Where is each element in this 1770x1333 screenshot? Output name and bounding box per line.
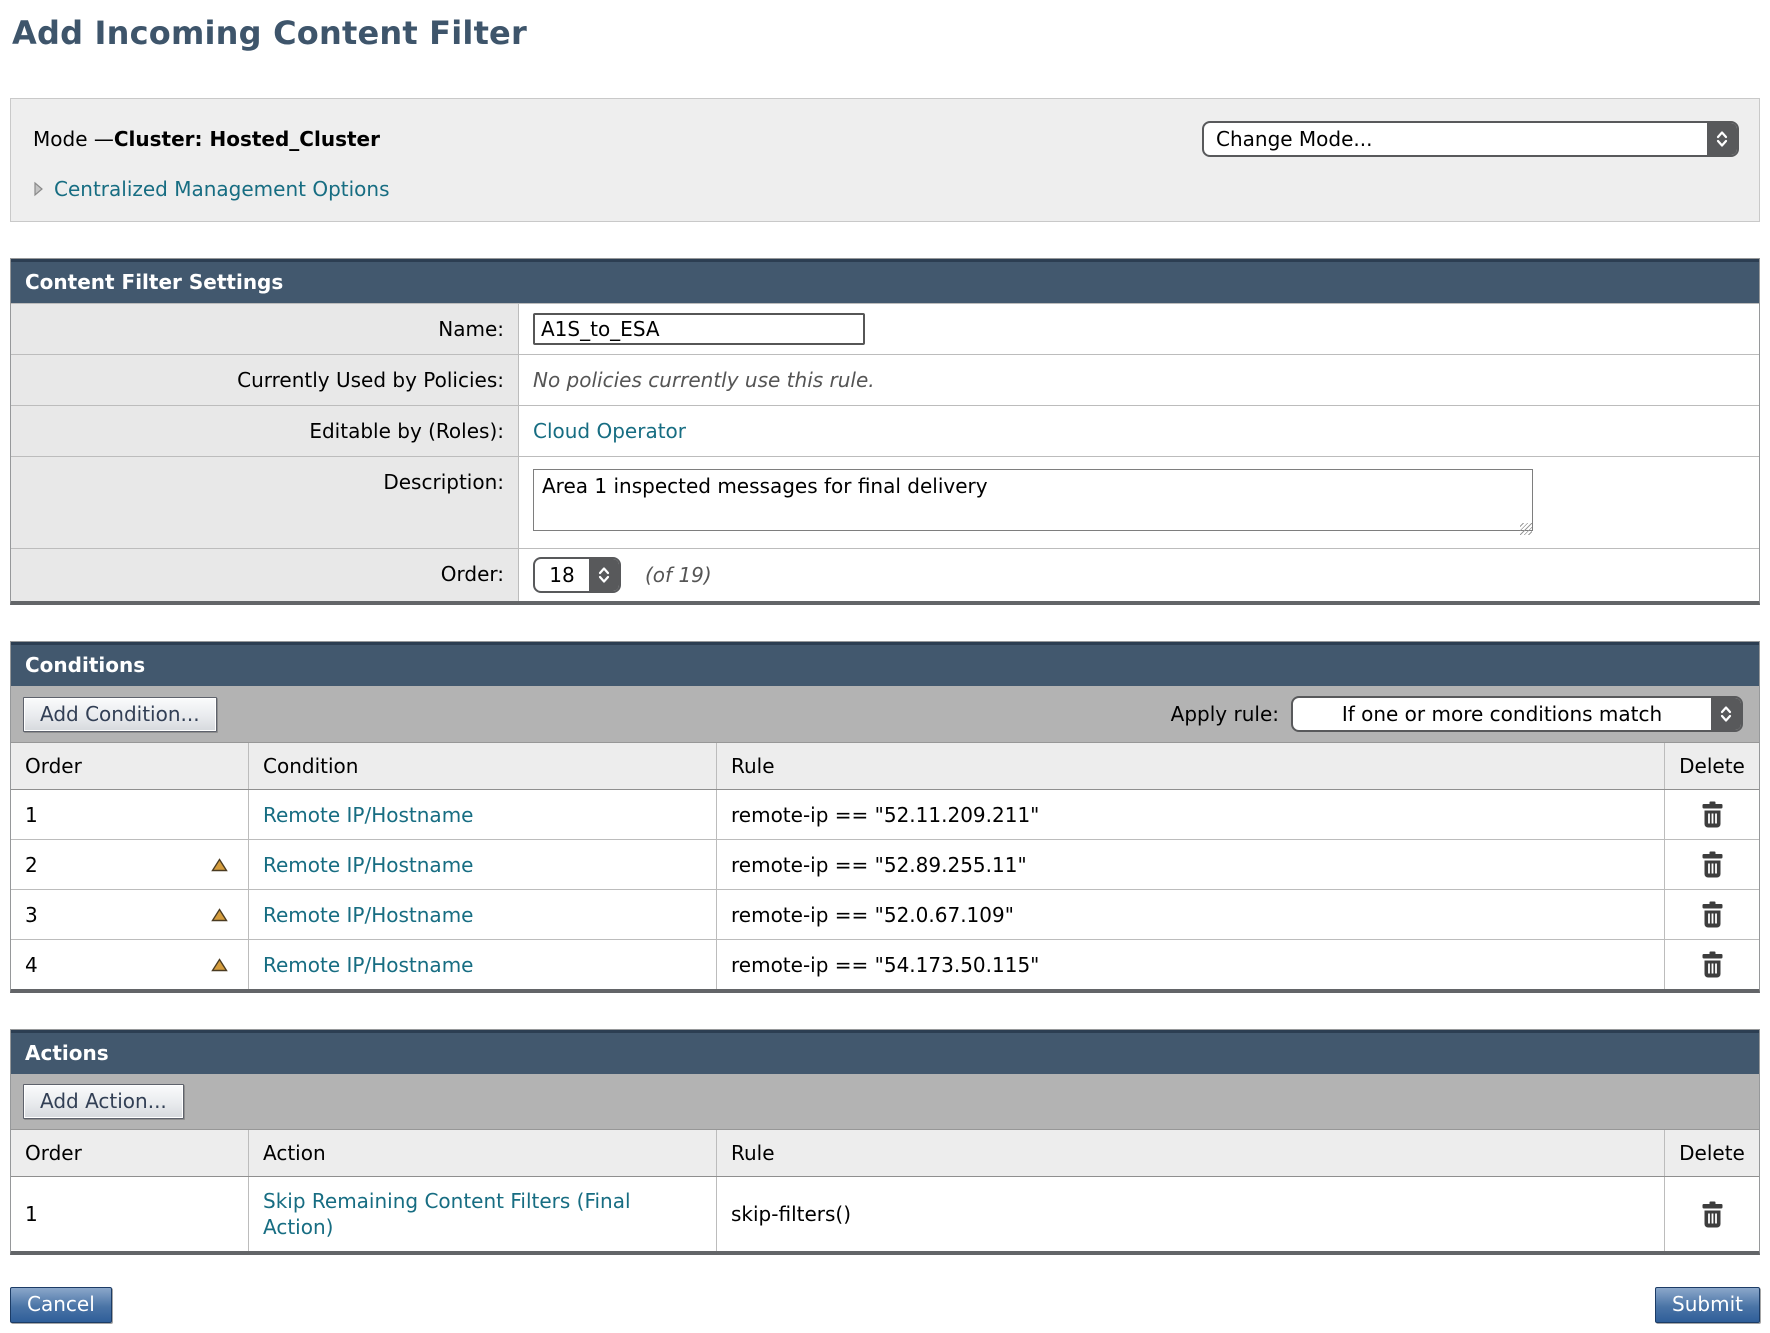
- change-mode-select-value: Change Mode...: [1204, 123, 1707, 155]
- column-header-order: Order: [11, 743, 249, 789]
- description-label: Description:: [11, 457, 519, 548]
- action-rule: skip-filters(): [717, 1177, 1665, 1251]
- column-header-delete: Delete: [1665, 1130, 1759, 1176]
- actions-table-header: Order Action Rule Delete: [11, 1130, 1759, 1177]
- actions-panel: Actions Add Action... Order Action Rule …: [10, 1029, 1760, 1255]
- condition-order: 4: [25, 953, 38, 977]
- centralized-management-options-link[interactable]: Centralized Management Options: [54, 177, 390, 201]
- roles-row: Editable by (Roles): Cloud Operator: [11, 405, 1759, 456]
- move-up-button[interactable]: [205, 908, 234, 922]
- order-of-note: (of 19): [645, 563, 712, 587]
- condition-rule: remote-ip == "54.173.50.115": [717, 940, 1665, 989]
- column-header-order: Order: [11, 1130, 249, 1176]
- actions-header: Actions: [11, 1030, 1759, 1074]
- content-filter-settings-header: Content Filter Settings: [11, 259, 1759, 303]
- condition-link[interactable]: Remote IP/Hostname: [263, 903, 473, 927]
- select-spinner-icon: [1711, 698, 1741, 730]
- select-spinner-icon: [1707, 123, 1737, 155]
- trash-icon: [1701, 901, 1724, 928]
- textarea-resize-grip[interactable]: [1520, 523, 1532, 535]
- roles-label: Editable by (Roles):: [11, 406, 519, 456]
- add-condition-button[interactable]: Add Condition...: [23, 697, 217, 732]
- conditions-toolbar: Add Condition... Apply rule: If one or m…: [11, 686, 1759, 743]
- name-label: Name:: [11, 304, 519, 354]
- content-filter-settings-panel: Content Filter Settings Name: Currently …: [10, 258, 1760, 605]
- disclosure-triangle-icon: [33, 181, 44, 197]
- column-header-delete: Delete: [1665, 743, 1759, 789]
- condition-link[interactable]: Remote IP/Hostname: [263, 803, 473, 827]
- conditions-table-header: Order Condition Rule Delete: [11, 743, 1759, 790]
- condition-link[interactable]: Remote IP/Hostname: [263, 853, 473, 877]
- condition-row: 4 Remote IP/Hostname remote-ip == "54.17…: [11, 940, 1759, 989]
- mode-label: Mode —: [33, 127, 114, 151]
- order-select[interactable]: 18: [533, 557, 621, 593]
- trash-icon: [1701, 1201, 1724, 1228]
- condition-row: 2 Remote IP/Hostname remote-ip == "52.89…: [11, 840, 1759, 890]
- actions-toolbar: Add Action...: [11, 1074, 1759, 1130]
- order-row: Order: 18 (of 19): [11, 548, 1759, 601]
- condition-rule: remote-ip == "52.89.255.11": [717, 840, 1665, 889]
- column-header-condition: Condition: [249, 743, 717, 789]
- order-select-value: 18: [535, 559, 589, 591]
- description-row: Description: Area 1 inspected messages f…: [11, 456, 1759, 548]
- cancel-button[interactable]: Cancel: [10, 1287, 112, 1323]
- condition-row: 3 Remote IP/Hostname remote-ip == "52.0.…: [11, 890, 1759, 940]
- delete-condition-button[interactable]: [1701, 851, 1724, 878]
- condition-rule: remote-ip == "52.11.209.211": [717, 790, 1665, 839]
- condition-order: 1: [25, 803, 38, 827]
- condition-order: 3: [25, 903, 38, 927]
- cloud-operator-link[interactable]: Cloud Operator: [533, 419, 686, 443]
- condition-row: 1 Remote IP/Hostname remote-ip == "52.11…: [11, 790, 1759, 840]
- policies-row: Currently Used by Policies: No policies …: [11, 354, 1759, 405]
- policies-label: Currently Used by Policies:: [11, 355, 519, 405]
- delete-condition-button[interactable]: [1701, 951, 1724, 978]
- add-action-button[interactable]: Add Action...: [23, 1084, 184, 1119]
- action-link[interactable]: Skip Remaining Content Filters (Final Ac…: [263, 1188, 702, 1240]
- column-header-action: Action: [249, 1130, 717, 1176]
- footer: Cancel Submit: [10, 1287, 1760, 1323]
- submit-button[interactable]: Submit: [1655, 1287, 1760, 1323]
- conditions-header: Conditions: [11, 642, 1759, 686]
- column-header-rule: Rule: [717, 1130, 1665, 1176]
- cluster-name: Cluster: Hosted_Cluster: [114, 127, 380, 151]
- move-up-triangle-icon: [211, 958, 228, 972]
- conditions-panel: Conditions Add Condition... Apply rule: …: [10, 641, 1760, 993]
- name-input[interactable]: [533, 313, 865, 345]
- apply-rule-label: Apply rule:: [1171, 702, 1279, 726]
- trash-icon: [1701, 851, 1724, 878]
- delete-condition-button[interactable]: [1701, 801, 1724, 828]
- page: Add Incoming Content Filter Mode —Cluste…: [0, 0, 1770, 1333]
- condition-link[interactable]: Remote IP/Hostname: [263, 953, 473, 977]
- delete-condition-button[interactable]: [1701, 901, 1724, 928]
- condition-rule: remote-ip == "52.0.67.109": [717, 890, 1665, 939]
- move-up-button[interactable]: [205, 858, 234, 872]
- delete-action-button[interactable]: [1701, 1201, 1724, 1228]
- trash-icon: [1701, 951, 1724, 978]
- trash-icon: [1701, 801, 1724, 828]
- name-row: Name:: [11, 303, 1759, 354]
- action-order: 1: [25, 1202, 38, 1226]
- mode-box: Mode —Cluster: Hosted_Cluster Change Mod…: [10, 98, 1760, 222]
- action-row: 1 Skip Remaining Content Filters (Final …: [11, 1177, 1759, 1251]
- order-label: Order:: [11, 549, 519, 601]
- change-mode-select[interactable]: Change Mode...: [1202, 121, 1739, 157]
- select-spinner-icon: [589, 559, 619, 591]
- page-title: Add Incoming Content Filter: [12, 14, 1760, 52]
- apply-rule-select-value: If one or more conditions match: [1293, 698, 1711, 730]
- condition-order: 2: [25, 853, 38, 877]
- move-up-triangle-icon: [211, 908, 228, 922]
- move-up-button[interactable]: [205, 958, 234, 972]
- apply-rule-select[interactable]: If one or more conditions match: [1291, 696, 1743, 732]
- description-textarea[interactable]: Area 1 inspected messages for final deli…: [533, 469, 1533, 531]
- policies-value: No policies currently use this rule.: [533, 368, 875, 392]
- move-up-triangle-icon: [211, 858, 228, 872]
- column-header-rule: Rule: [717, 743, 1665, 789]
